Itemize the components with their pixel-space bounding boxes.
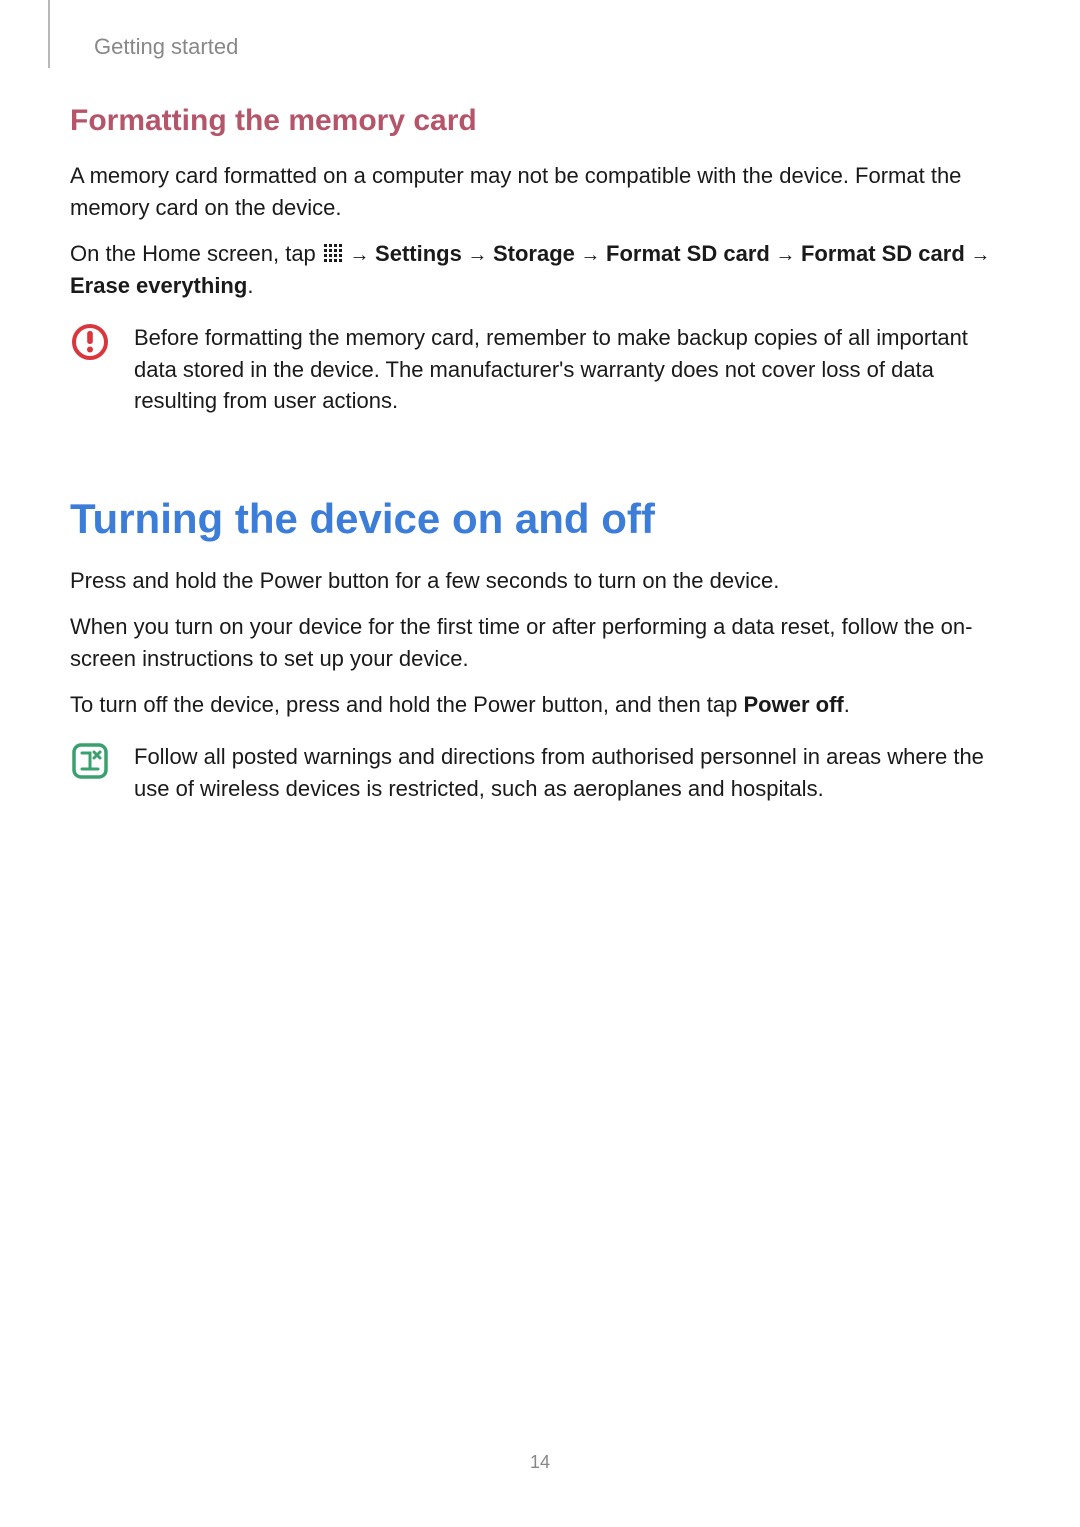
info-text: Follow all posted warnings and direction… — [134, 741, 1010, 805]
steps-prefix: On the Home screen, tap — [70, 241, 322, 266]
para3-prefix: To turn off the device, press and hold t… — [70, 692, 744, 717]
page-left-rule — [48, 0, 50, 68]
section1-steps: On the Home screen, tap → Settings → Sto… — [70, 238, 1010, 302]
info-icon — [70, 741, 110, 786]
section2-para1: Press and hold the Power button for a fe… — [70, 565, 1010, 597]
apps-grid-icon — [324, 244, 342, 262]
step-storage: Storage — [493, 241, 575, 266]
arrow-icon: → — [965, 244, 991, 266]
page-content: Formatting the memory card A memory card… — [70, 104, 1010, 805]
warning-icon — [70, 322, 110, 367]
page-number: 14 — [0, 1452, 1080, 1473]
step-format-sd-1: Format SD card — [606, 241, 770, 266]
warning-block: Before formatting the memory card, remem… — [70, 322, 1010, 418]
step-erase: Erase everything — [70, 273, 247, 298]
info-block: Follow all posted warnings and direction… — [70, 741, 1010, 805]
chapter-header: Getting started — [94, 34, 238, 60]
section2-para2: When you turn on your device for the fir… — [70, 611, 1010, 675]
step-format-sd-2: Format SD card — [801, 241, 965, 266]
section-turning-on-off: Turning the device on and off Press and … — [70, 495, 1010, 804]
section1-para1: A memory card formatted on a computer ma… — [70, 160, 1010, 224]
para3-suffix: . — [844, 692, 850, 717]
power-off-label: Power off — [744, 692, 844, 717]
steps-period: . — [247, 273, 253, 298]
section-title-power: Turning the device on and off — [70, 495, 1010, 543]
step-settings: Settings — [375, 241, 462, 266]
arrow-icon: → — [575, 244, 606, 266]
section2-para3: To turn off the device, press and hold t… — [70, 689, 1010, 721]
warning-text: Before formatting the memory card, remem… — [134, 322, 1010, 418]
arrow-icon: → — [770, 244, 801, 266]
arrow-icon: → — [462, 244, 493, 266]
section-title-formatting: Formatting the memory card — [70, 104, 1010, 138]
arrow-icon: → — [344, 244, 375, 266]
